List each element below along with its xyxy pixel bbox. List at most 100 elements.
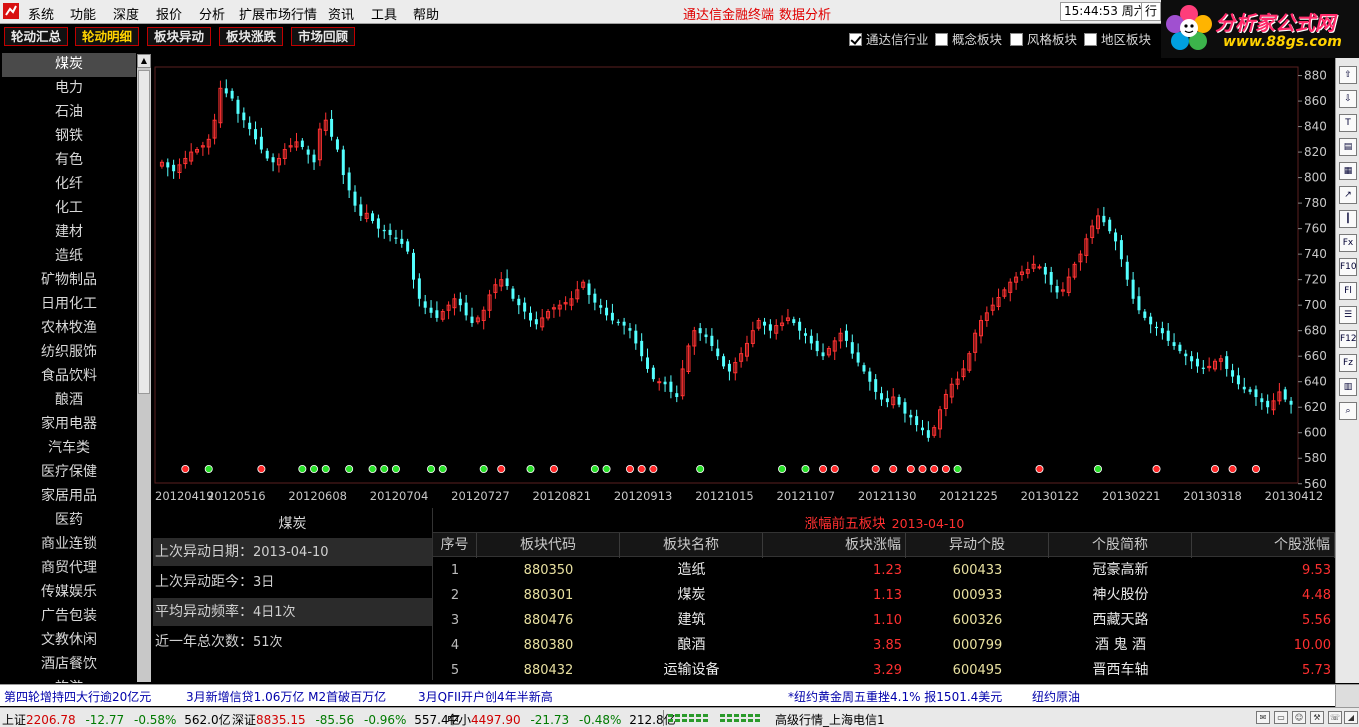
kline-icon[interactable]: ┃ (1339, 210, 1357, 228)
menu-extended-market[interactable]: 扩展市场行情 (239, 4, 317, 23)
menu-system[interactable]: 系统 (28, 4, 54, 23)
sector-item[interactable]: 有色 (2, 149, 136, 173)
logo-url[interactable]: www.88gs.com (1223, 34, 1342, 50)
connection-status[interactable]: 高级行情_上海电信1 (775, 711, 885, 727)
filter-tdx-industry[interactable]: 通达信行业 (849, 29, 929, 47)
menu-analysis[interactable]: 分析 (199, 4, 225, 23)
table-row[interactable]: 1 880350 造纸 1.23 600433 冠豪高新 9.53 (433, 558, 1336, 583)
th-anomaly-stock[interactable]: 异动个股 (906, 533, 1049, 558)
filter-concept-sector[interactable]: 概念板块 (935, 29, 1002, 47)
sector-item[interactable]: 广告包装 (2, 605, 136, 629)
user-icon[interactable]: ☺ (1292, 711, 1306, 724)
index-shenzhen[interactable]: 深证8835.15 -85.56 -0.96% 557.4亿 (232, 711, 461, 727)
menu-extra-button[interactable]: 行 (1141, 2, 1161, 21)
f10-icon[interactable]: F10 (1339, 258, 1357, 276)
menu-help[interactable]: 帮助 (413, 4, 439, 23)
news-item[interactable]: 3月新增信贷1.06万亿 M2首破百万亿 (186, 688, 386, 705)
tab-market-review[interactable]: 市场回顾 (291, 27, 356, 46)
table-row[interactable]: 4 880380 酿酒 3.85 000799 酒 鬼 酒 10.00 (433, 633, 1336, 658)
fz-icon[interactable]: Fz (1339, 354, 1357, 372)
ticker-scroll-buttons[interactable] (1335, 685, 1359, 707)
table-row[interactable]: 2 880301 煤炭 1.13 000933 神火股份 4.48 (433, 583, 1336, 608)
fl-icon[interactable]: Fl (1339, 282, 1357, 300)
tab-rotation-summary[interactable]: 轮动汇总 (4, 27, 69, 46)
data-analysis-link[interactable]: 数据分析 (779, 4, 831, 23)
sector-item[interactable]: 传媒娱乐 (2, 581, 136, 605)
sector-item[interactable]: 煤炭 (2, 53, 136, 77)
list-icon[interactable]: ☰ (1339, 306, 1357, 324)
sector-item[interactable]: 汽车类 (2, 437, 136, 461)
filter-style-sector[interactable]: 风格板块 (1010, 29, 1077, 47)
sector-item[interactable]: 旅游 (2, 677, 136, 683)
sidebar-scrollbar[interactable]: ▲ (137, 54, 151, 682)
sector-item[interactable]: 建材 (2, 221, 136, 245)
app-icon[interactable] (3, 3, 19, 19)
sector-item[interactable]: 商贸代理 (2, 557, 136, 581)
zoom-icon[interactable]: ⌕ (1339, 402, 1357, 420)
terminal-title-link[interactable]: 通达信金融终端 (683, 4, 774, 23)
f12-icon[interactable]: F12 (1339, 330, 1357, 348)
arrow-down-icon[interactable]: ⇩ (1339, 90, 1357, 108)
scroll-thumb[interactable] (138, 70, 150, 394)
sector-item[interactable]: 造纸 (2, 245, 136, 269)
checkbox-icon[interactable] (1010, 33, 1023, 46)
sector-item[interactable]: 家居用品 (2, 485, 136, 509)
menu-tools[interactable]: 工具 (371, 4, 397, 23)
th-stock-name[interactable]: 个股简称 (1049, 533, 1192, 558)
th-stock-change[interactable]: 个股涨幅 (1192, 533, 1335, 558)
news-item[interactable]: 3月QFII开户创4年半新高 (418, 688, 553, 705)
menu-news[interactable]: 资讯 (328, 4, 354, 23)
tab-sector-anomaly[interactable]: 板块异动 (147, 27, 212, 46)
th-sector-change[interactable]: 板块涨幅 (763, 533, 906, 558)
sector-item[interactable]: 电力 (2, 77, 136, 101)
tools-icon[interactable]: ⚒ (1310, 711, 1324, 724)
checkbox-icon[interactable] (849, 33, 862, 46)
sector-item[interactable]: 石油 (2, 101, 136, 125)
sector-item[interactable]: 文教休闲 (2, 629, 136, 653)
sector-item[interactable]: 化工 (2, 197, 136, 221)
filter-region-sector[interactable]: 地区板块 (1084, 29, 1151, 47)
sector-item[interactable]: 钢铁 (2, 125, 136, 149)
tab-rotation-detail[interactable]: 轮动明细 (75, 27, 140, 46)
phone-icon[interactable]: ☏ (1328, 711, 1342, 724)
checkbox-icon[interactable] (1084, 33, 1097, 46)
sector-item[interactable]: 酒店餐饮 (2, 653, 136, 677)
menu-function[interactable]: 功能 (70, 4, 96, 23)
sector-item[interactable]: 食品饮料 (2, 365, 136, 389)
table-row[interactable]: 5 880432 运输设备 3.29 600495 晋西车轴 5.73 (433, 658, 1336, 683)
index-shanghai[interactable]: 上证2206.78 -12.77 -0.58% 562.0亿 (2, 711, 231, 727)
scroll-up-icon[interactable]: ▲ (137, 54, 151, 68)
table-row[interactable]: 3 880476 建筑 1.10 600326 西藏天路 5.56 (433, 608, 1336, 633)
grid-icon[interactable]: ▦ (1339, 162, 1357, 180)
tab-sector-change[interactable]: 板块涨跌 (219, 27, 284, 46)
news-item[interactable]: 第四轮增持四大行逾20亿元 (4, 688, 151, 705)
news-item[interactable]: *纽约黄金周五重挫4.1% 报1501.4美元 (788, 688, 1002, 705)
sector-item[interactable]: 矿物制品 (2, 269, 136, 293)
sector-item[interactable]: 农林牧渔 (2, 317, 136, 341)
mail-icon[interactable]: ✉ (1256, 711, 1270, 724)
sector-item[interactable]: 日用化工 (2, 293, 136, 317)
checkbox-icon[interactable] (935, 33, 948, 46)
sector-item[interactable]: 商业连锁 (2, 533, 136, 557)
fx-icon[interactable]: Fx (1339, 234, 1357, 252)
sector-item[interactable]: 酿酒 (2, 389, 136, 413)
sector-item[interactable]: 家用电器 (2, 413, 136, 437)
index-sme[interactable]: 中小4497.90 -21.73 -0.48% 212.8亿 (447, 711, 676, 727)
table-icon[interactable]: ▤ (1339, 138, 1357, 156)
sector-item[interactable]: 医药 (2, 509, 136, 533)
window-icon[interactable]: ▭ (1274, 711, 1288, 724)
resize-grip-icon[interactable]: ◢ (1344, 711, 1358, 724)
menu-depth[interactable]: 深度 (113, 4, 139, 23)
text-icon[interactable]: T (1339, 114, 1357, 132)
th-sector-name[interactable]: 板块名称 (620, 533, 763, 558)
sector-item[interactable]: 化纤 (2, 173, 136, 197)
calendar-icon[interactable]: ▥ (1339, 378, 1357, 396)
th-sector-code[interactable]: 板块代码 (477, 533, 620, 558)
th-index[interactable]: 序号 (433, 533, 477, 558)
sector-item[interactable]: 医疗保健 (2, 461, 136, 485)
sector-item[interactable]: 纺织服饰 (2, 341, 136, 365)
news-item[interactable]: 纽约原油 (1032, 688, 1080, 705)
arrow-up-icon[interactable]: ⇧ (1339, 66, 1357, 84)
trend-icon[interactable]: ↗ (1339, 186, 1357, 204)
menu-quote[interactable]: 报价 (156, 4, 182, 23)
